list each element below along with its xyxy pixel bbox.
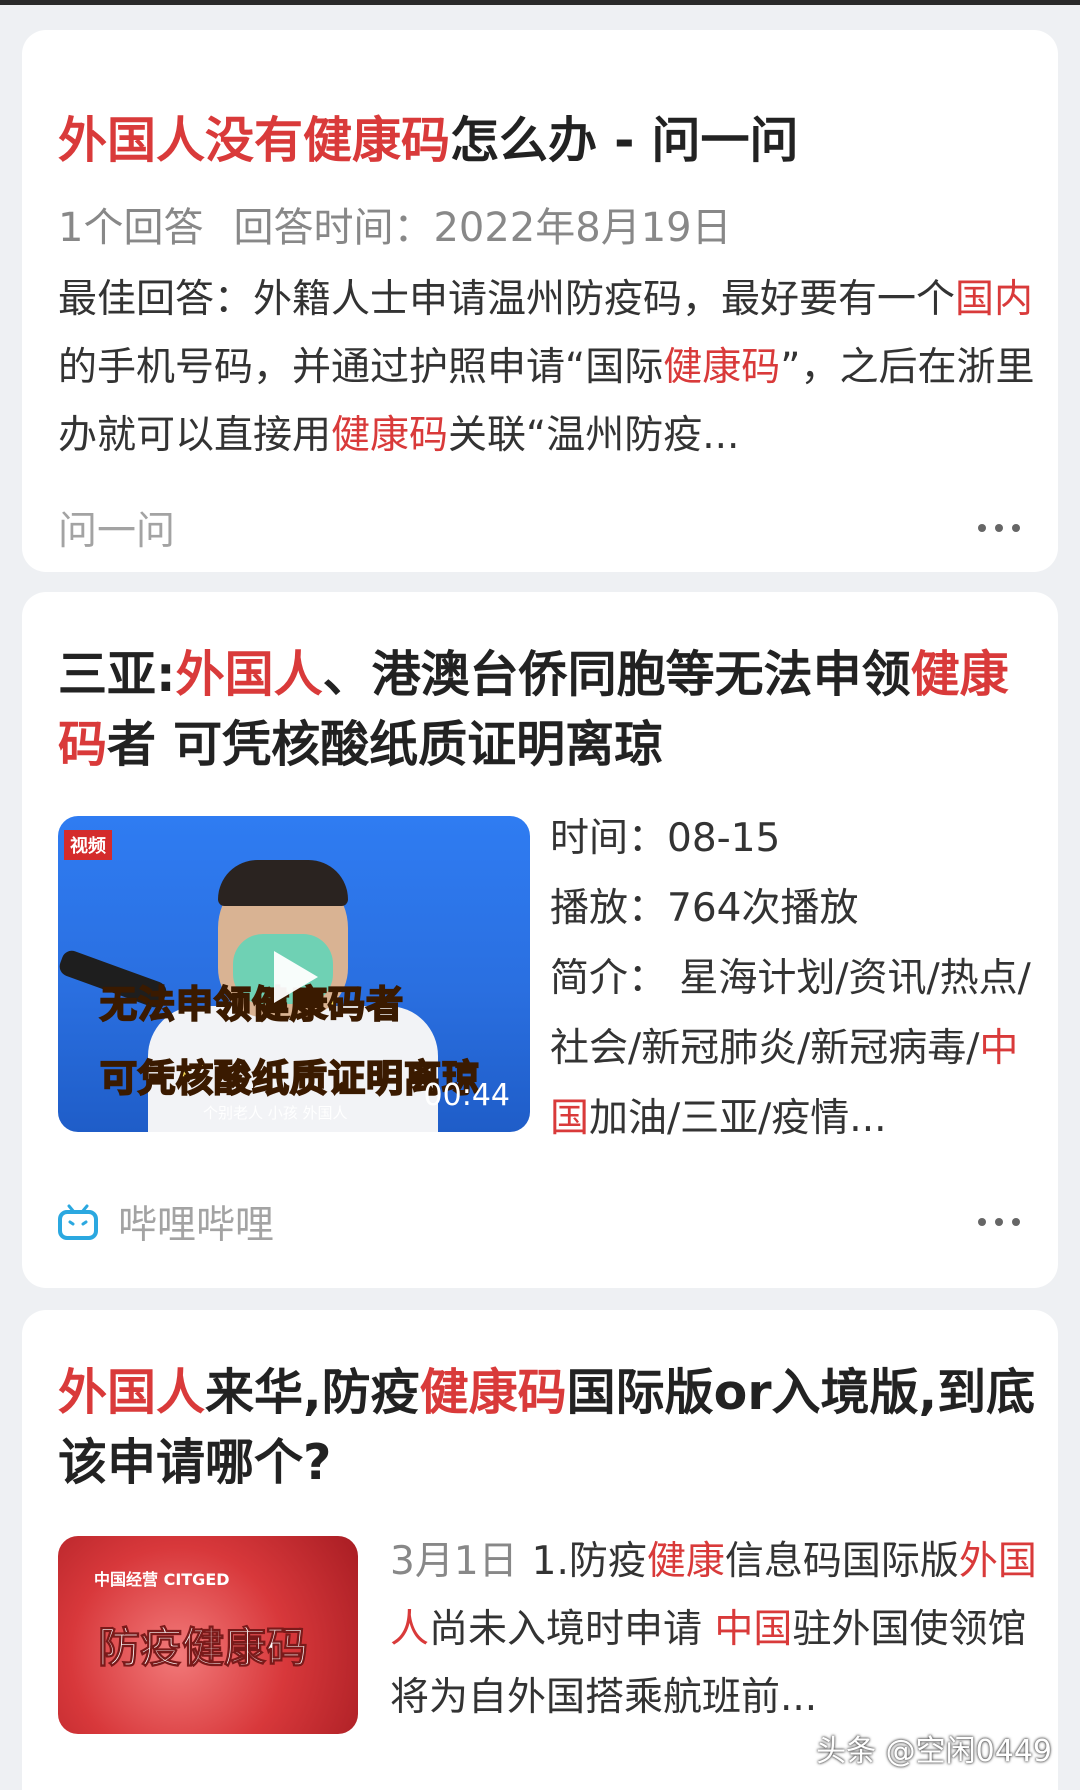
result-snippet: 3月1日 1.防疫健康信息码国际版外国人尚未入境时申请 中国驻外国使领馆将为自外国…: [390, 1528, 1040, 1732]
highlighted-keyword: 健康码: [331, 413, 449, 458]
video-duration: 00:44: [423, 1078, 510, 1113]
video-time: 时间：08-15: [550, 816, 781, 861]
video-subcaption: 个别老人 小孩 外国人: [203, 1104, 348, 1122]
thumbnail-text: 防疫健康码: [97, 1623, 309, 1673]
text-segment: 最佳回答：外籍人士申请温州防疫码，最好要有一个: [58, 277, 956, 322]
text-segment: 关联“温州防疫...: [448, 413, 740, 458]
highlighted-keyword: 外国人没有健康码: [58, 112, 451, 169]
highlighted-keyword: 健康码: [419, 1364, 567, 1421]
text-segment: 来华,防疫: [205, 1364, 420, 1421]
text-segment: 怎么办 - 问一问: [450, 112, 799, 169]
text-segment: 加油/三亚/疫情...: [589, 1096, 887, 1141]
result-card-ask[interactable]: 外国人没有健康码怎么办 - 问一问 1个回答 回答时间：2022年8月19日 最佳…: [22, 30, 1058, 572]
text-segment: 1.防疫: [531, 1539, 647, 1584]
highlighted-keyword: 外国人: [175, 646, 323, 703]
result-title[interactable]: 外国人来华,防疫健康码国际版or入境版,到底该申请哪个?: [58, 1358, 1048, 1498]
answer-time: 回答时间：2022年8月19日: [233, 205, 732, 251]
result-title[interactable]: 外国人没有健康码怎么办 - 问一问: [58, 106, 1038, 176]
article-date: 3月1日: [390, 1539, 518, 1584]
speaker-hair-graphic: [218, 860, 348, 906]
video-thumbnail[interactable]: 视频 无法申领健康码者 可凭核酸纸质证明离琼 个别老人 小孩 外国人 00:44: [58, 816, 530, 1132]
result-source[interactable]: 哔哩哔哩: [118, 1194, 274, 1250]
text-segment: 三亚:: [58, 646, 176, 703]
result-source[interactable]: 问一问: [58, 500, 175, 556]
text-segment: 信息码国际版: [724, 1539, 959, 1584]
highlighted-keyword: 外国人: [58, 1364, 206, 1421]
watermark: 头条 @空闲0449: [816, 1734, 1052, 1769]
result-title[interactable]: 三亚:外国人、港澳台侨同胞等无法申领健康码者 可凭核酸纸质证明离琼: [58, 640, 1038, 780]
answer-meta: 1个回答 回答时间：2022年8月19日: [58, 200, 1038, 256]
highlighted-keyword: 中国: [714, 1607, 793, 1652]
play-icon[interactable]: [274, 951, 318, 1003]
text-segment: 者 可凭核酸纸质证明离琼: [107, 716, 664, 773]
bilibili-tv-icon: [58, 1204, 98, 1240]
text-segment: 的手机号码，并通过护照申请“国际: [58, 345, 664, 390]
more-options-icon[interactable]: [978, 1217, 1020, 1227]
text-segment: 简介： 星海计划/资讯/热点/社会/新冠肺炎/新冠病毒/: [550, 956, 1031, 1071]
highlighted-keyword: 国内: [955, 277, 1034, 322]
result-snippet: 最佳回答：外籍人士申请温州防疫码，最好要有一个国内的手机号码，并通过护照申请“国…: [58, 266, 1038, 470]
video-plays: 播放：764次播放: [550, 886, 859, 931]
video-info: 时间：08-15 播放：764次播放 简介： 星海计划/资讯/热点/社会/新冠肺…: [550, 804, 1040, 1154]
article-thumbnail[interactable]: 中国经营 CITGED 防疫健康码: [58, 1536, 358, 1734]
text-segment: 尚未入境时申请: [429, 1607, 715, 1652]
result-card-article[interactable]: 外国人来华,防疫健康码国际版or入境版,到底该申请哪个? 中国经营 CITGED…: [22, 1310, 1058, 1790]
video-intro: 简介： 星海计划/资讯/热点/社会/新冠肺炎/新冠病毒/中国加油/三亚/疫情..…: [550, 944, 1040, 1154]
more-options-icon[interactable]: [978, 523, 1020, 533]
highlighted-keyword: 健康码: [663, 345, 781, 390]
answer-count: 1个回答: [58, 205, 204, 251]
result-card-video[interactable]: 三亚:外国人、港澳台侨同胞等无法申领健康码者 可凭核酸纸质证明离琼 视频 无法申…: [22, 592, 1058, 1288]
highlighted-keyword: 健康: [646, 1539, 725, 1584]
status-bar-edge: [0, 0, 1080, 5]
video-channel-logo: 视频: [64, 830, 112, 860]
video-caption-line1: 无法申领健康码者: [99, 982, 404, 1027]
thumbnail-brand: 中国经营 CITGED: [94, 1570, 230, 1589]
text-segment: 、港澳台侨同胞等无法申领: [322, 646, 911, 703]
